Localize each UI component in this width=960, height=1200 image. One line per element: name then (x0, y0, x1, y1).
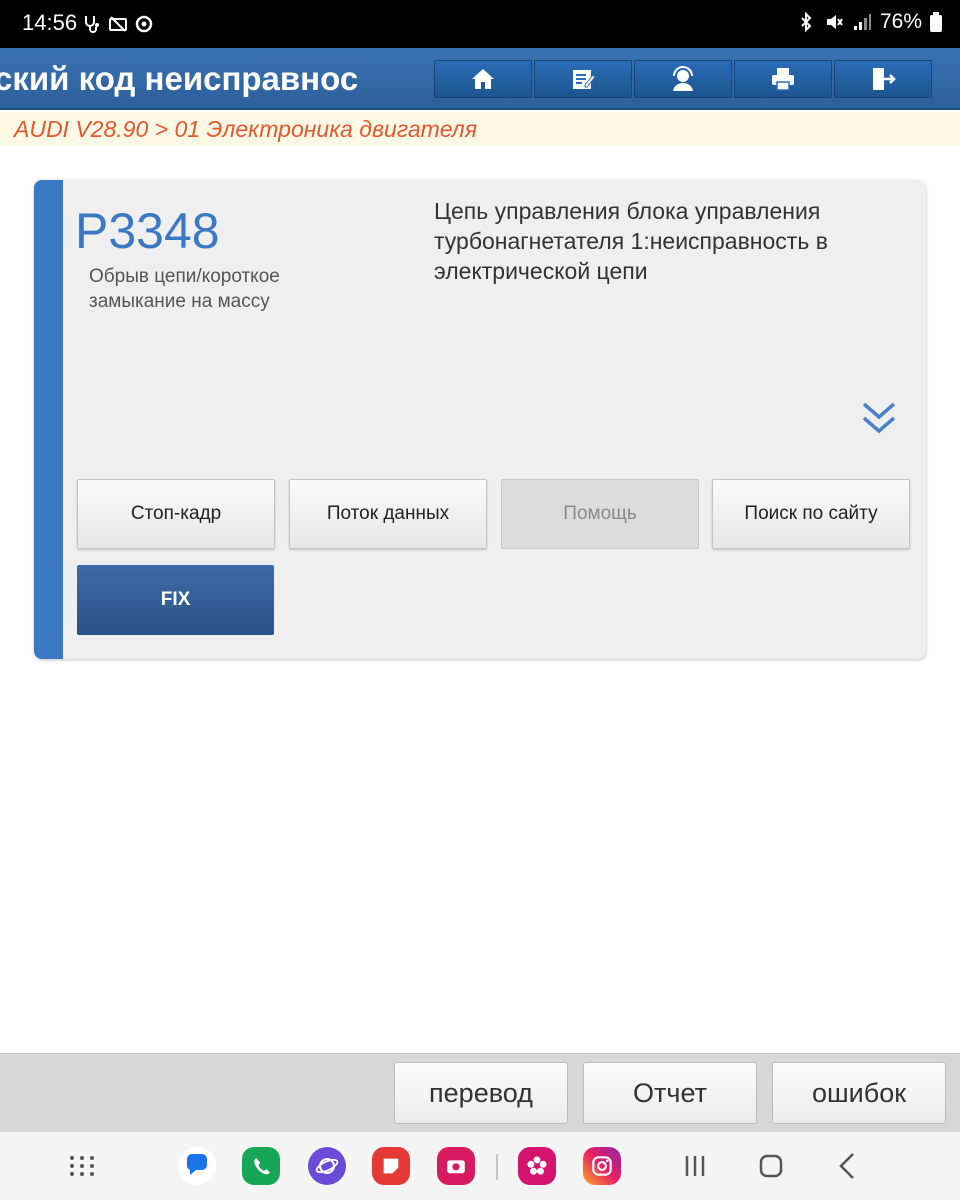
print-icon (772, 68, 794, 91)
home-button[interactable] (434, 60, 532, 98)
edit-note-icon (573, 70, 596, 89)
freeze-frame-button[interactable]: Стоп-кадр (77, 479, 275, 549)
support-icon (673, 66, 693, 91)
app-header: ский код неисправнос (0, 48, 960, 110)
toolbar (434, 60, 932, 98)
page-title: ский код неисправнос (0, 60, 359, 97)
translate-button[interactable]: перевод (394, 1062, 568, 1124)
print-button[interactable] (734, 60, 832, 98)
mute-icon (826, 15, 843, 29)
gallery-app-icon[interactable] (518, 1147, 556, 1185)
internet-app-icon[interactable] (308, 1147, 346, 1185)
clock: 14:56 (22, 10, 78, 35)
camera-app-icon[interactable] (437, 1147, 475, 1185)
chevron-double-down-icon[interactable] (860, 398, 898, 438)
system-navbar (0, 1132, 960, 1200)
messages-app-icon[interactable] (178, 1147, 216, 1185)
notes-app-icon[interactable] (372, 1147, 410, 1185)
home-icon (472, 69, 494, 89)
recents-icon[interactable] (675, 1146, 715, 1186)
signal-icon (853, 14, 871, 30)
sim-off-icon (109, 16, 127, 32)
apps-grid-icon[interactable] (62, 1146, 102, 1186)
stethoscope-icon (85, 16, 99, 33)
help-button: Помощь (501, 479, 699, 549)
support-button[interactable] (634, 60, 732, 98)
dtc-code: P3348 (75, 203, 220, 259)
exit-button[interactable] (834, 60, 932, 98)
exit-icon (873, 68, 896, 90)
site-search-button[interactable]: Поиск по сайту (712, 479, 910, 549)
dtc-description: Цепь управления блока управления турбона… (434, 198, 828, 284)
errors-button[interactable]: ошибок (772, 1062, 946, 1124)
sync-icon (135, 15, 153, 33)
card-accent-bar (34, 180, 63, 659)
home-nav-icon[interactable] (751, 1146, 791, 1186)
status-bar: 14:56 76% (0, 0, 960, 48)
edit-button[interactable] (534, 60, 632, 98)
back-icon[interactable] (829, 1146, 869, 1186)
dtc-status: Обрыв цепи/короткое замыкание на массу (89, 266, 280, 312)
battery-level: 76% (879, 10, 922, 33)
data-stream-button[interactable]: Поток данных (289, 479, 487, 549)
bottom-bar: перевод Отчет ошибок (0, 1053, 960, 1132)
fix-button[interactable]: FIX (77, 565, 274, 635)
battery-icon (930, 12, 942, 32)
phone-app-icon[interactable] (242, 1147, 280, 1185)
dock-divider (496, 1154, 498, 1180)
bluetooth-icon (801, 12, 812, 32)
breadcrumb: AUDI V28.90 > 01 Электроника двигателя (0, 112, 960, 146)
report-button[interactable]: Отчет (583, 1062, 757, 1124)
dtc-card: P3348 Обрыв цепи/короткое замыкание на м… (34, 180, 926, 659)
instagram-app-icon[interactable] (583, 1147, 621, 1185)
